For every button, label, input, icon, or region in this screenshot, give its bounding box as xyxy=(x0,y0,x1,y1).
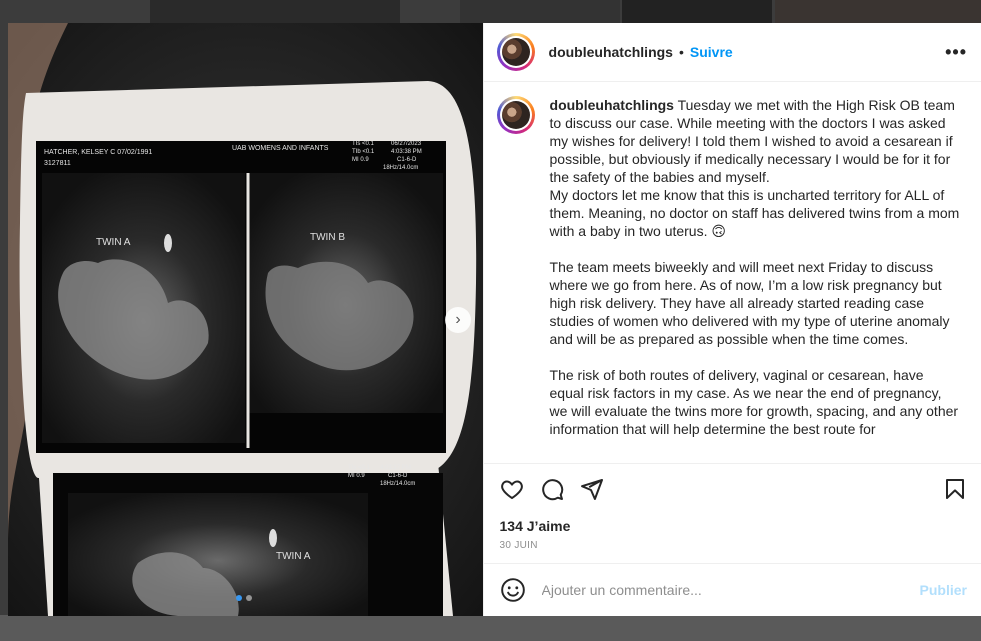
bookmark-icon xyxy=(946,479,964,499)
freq-label: 18Hz/14.0cm xyxy=(383,165,418,171)
post-modal: HATCHER, KELSEY C 07/02/1991 3127811 UAB… xyxy=(8,23,981,616)
chevron-right-icon: › xyxy=(455,311,461,328)
bottom-mi-label: MI 0.9 xyxy=(348,473,365,479)
share-button[interactable] xyxy=(580,477,604,501)
post-date[interactable]: 30 JUIN xyxy=(500,540,967,551)
publish-button[interactable]: Publier xyxy=(920,582,967,598)
carousel-dot xyxy=(246,595,252,601)
post-media[interactable]: HATCHER, KELSEY C 07/02/1991 3127811 UAB… xyxy=(8,23,483,616)
carousel-dots xyxy=(236,595,252,601)
backdrop-bottom xyxy=(0,615,981,641)
caption-paragraph: doubleuhatchlings Tuesday we met with th… xyxy=(550,96,960,240)
scan-date-label: 06/27/2023 xyxy=(391,141,422,147)
post-header: doubleuhatchlings • Suivre ••• xyxy=(483,23,981,82)
comment-button[interactable] xyxy=(540,477,564,501)
tis-label: TIs <0.1 xyxy=(352,141,375,147)
comment-input[interactable] xyxy=(539,581,920,599)
like-button[interactable] xyxy=(500,477,524,501)
caption-paragraph: The team meets biweekly and will meet ne… xyxy=(549,259,954,347)
username-link[interactable]: doubleuhatchlings xyxy=(549,44,673,60)
caption-area[interactable]: doubleuhatchlings Tuesday we met with th… xyxy=(484,82,981,463)
post-panel: doubleuhatchlings • Suivre ••• doubleuha… xyxy=(482,23,981,616)
follow-button[interactable]: Suivre xyxy=(690,44,733,60)
backdrop-thumbnail xyxy=(775,0,981,23)
twin-b-label: TWIN B xyxy=(310,232,345,243)
post-caption: doubleuhatchlings Tuesday we met with th… xyxy=(550,96,960,463)
comment-icon xyxy=(541,479,563,501)
mi-label: MI 0.9 xyxy=(352,157,369,163)
caption-avatar[interactable] xyxy=(496,96,535,134)
action-bar xyxy=(500,464,967,514)
probe-label: C1-6-D xyxy=(397,157,417,163)
bottom-tis-label: TIs <0.1 xyxy=(348,465,371,471)
more-options-icon[interactable]: ••• xyxy=(945,42,967,63)
bottom-probe-label: C1-6-D xyxy=(388,473,408,479)
twin-a-label: TWIN A xyxy=(96,237,131,248)
heart-icon xyxy=(500,480,523,500)
caption-username[interactable]: doubleuhatchlings xyxy=(550,97,674,113)
comment-bar: Publier xyxy=(483,563,981,616)
save-button[interactable] xyxy=(943,477,967,501)
bottom-time-label: 4:03:17 PM xyxy=(380,465,411,471)
avatar-image xyxy=(501,38,530,66)
next-media-button[interactable]: › xyxy=(445,307,471,333)
caption-paragraph: The risk of both routes of delivery, vag… xyxy=(549,367,962,437)
actions-section: 134 J’aime 30 JUIN xyxy=(483,463,981,563)
ultrasound-photo: HATCHER, KELSEY C 07/02/1991 3127811 UAB… xyxy=(8,23,483,616)
tib-label: TIb <0.1 xyxy=(352,149,375,155)
hospital-label: UAB WOMENS AND INFANTS xyxy=(232,145,329,152)
likes-count[interactable]: 134 J’aime xyxy=(500,518,967,534)
patient-name-label: HATCHER, KELSEY C 07/02/1991 xyxy=(44,149,152,156)
emoji-icon[interactable] xyxy=(500,577,526,603)
backdrop-thumbnail xyxy=(150,0,400,23)
avatar[interactable] xyxy=(496,33,535,71)
caption-text: Tuesday we met with the High Risk OB tea… xyxy=(549,97,960,239)
avatar-image xyxy=(501,101,530,129)
separator-dot: • xyxy=(678,44,684,60)
scan-time-label: 4:03:38 PM xyxy=(391,149,422,155)
backdrop-thumbnail xyxy=(622,0,772,23)
carousel-dot-active xyxy=(236,595,242,601)
backdrop-thumbnail xyxy=(460,0,620,23)
bottom-twin-label: TWIN A xyxy=(276,551,311,562)
bottom-freq-label: 18Hz/14.0cm xyxy=(380,481,415,487)
share-icon xyxy=(580,479,603,500)
patient-id-label: 3127811 xyxy=(44,160,71,167)
